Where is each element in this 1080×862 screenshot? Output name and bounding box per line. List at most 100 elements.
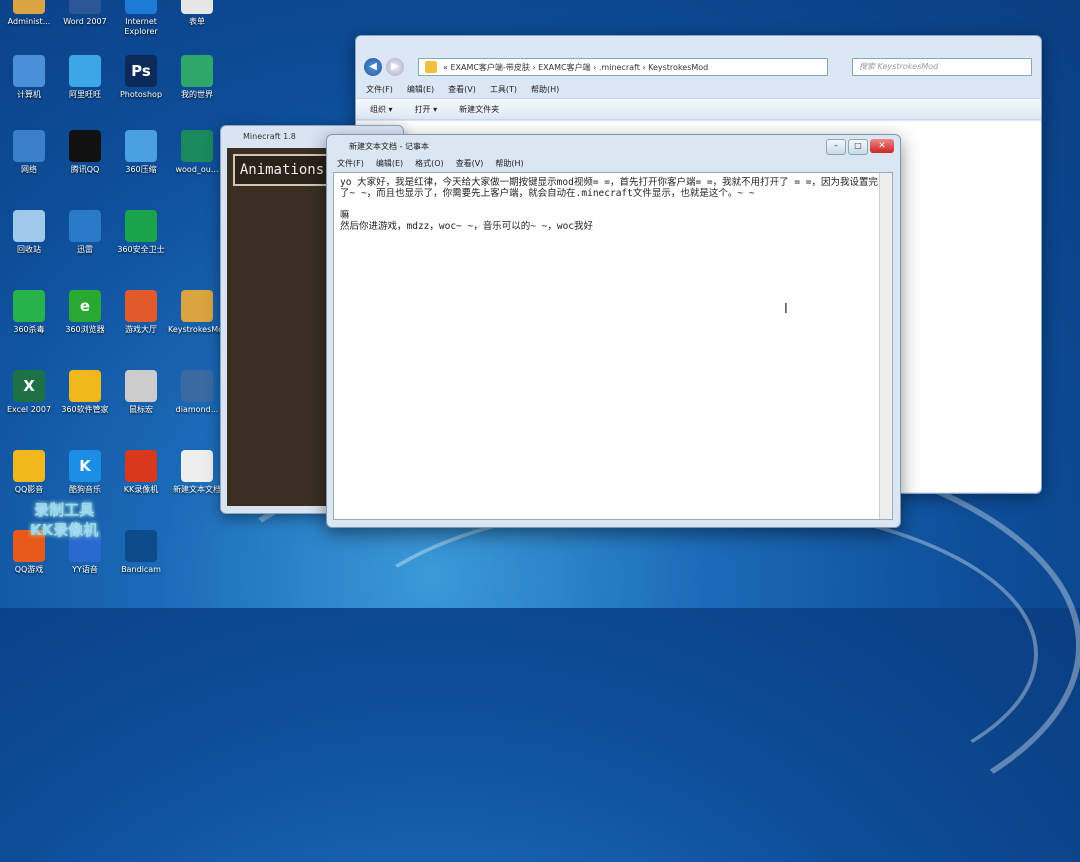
- folder-icon: [425, 61, 437, 73]
- desktop-icon[interactable]: 游戏大厅: [112, 290, 170, 335]
- address-bar[interactable]: « EXAMC客户端-带皮肤 › EXAMC客户端 › .minecraft ›…: [418, 58, 828, 76]
- desktop-icon-label: KK录像机: [123, 485, 159, 494]
- menu-file[interactable]: 文件(F): [337, 158, 364, 169]
- watermark-line1: 录制工具: [34, 501, 95, 519]
- menu-file[interactable]: 文件(F): [366, 84, 393, 95]
- animations-button[interactable]: Animations: [233, 154, 331, 186]
- desktop-icon[interactable]: wood_ou...: [168, 130, 226, 175]
- notepad-title: 新建文本文档 - 记事本: [349, 142, 429, 151]
- computer-icon: [13, 55, 45, 87]
- desktop-icon[interactable]: 腾讯QQ: [56, 130, 114, 175]
- forward-button[interactable]: ▶: [386, 58, 404, 76]
- desktop-icon[interactable]: e 360浏览器: [56, 290, 114, 335]
- menu-help[interactable]: 帮助(H): [495, 158, 523, 169]
- desktop-icon-label: 回收站: [17, 245, 41, 254]
- desktop-icon[interactable]: 计算机: [0, 55, 58, 100]
- desktop-icon[interactable]: 鼠标宏: [112, 370, 170, 415]
- software-manager-icon: [69, 370, 101, 402]
- desktop-icon[interactable]: 360杀毒: [0, 290, 58, 335]
- player-icon: [13, 450, 45, 482]
- notepad-text-area[interactable]: yo 大家好，我是红律，今天给大家做一期按键显示mod视频= =，首先打开你客户…: [333, 172, 893, 520]
- ie-icon: [125, 0, 157, 14]
- watermark-line2: KK录像机: [30, 521, 99, 539]
- desktop-icon-label: QQ影音: [14, 485, 44, 494]
- mouse-icon: [125, 370, 157, 402]
- desktop-icon-label: Photoshop: [119, 90, 163, 99]
- desktop-icon-label: 游戏大厅: [125, 325, 157, 334]
- wallpaper-swoosh: [330, 500, 1038, 808]
- close-button[interactable]: ✕: [870, 139, 894, 153]
- desktop-icon[interactable]: diamond...: [168, 370, 226, 415]
- desktop-icon[interactable]: 新建文本文档: [168, 450, 226, 495]
- antivirus-icon: [13, 290, 45, 322]
- menu-edit[interactable]: 编辑(E): [376, 158, 403, 169]
- desktop-icon[interactable]: Internet Explorer: [112, 0, 170, 37]
- desktop-icon[interactable]: Bandicam: [112, 530, 170, 575]
- qq-icon: [69, 130, 101, 162]
- desktop-icon[interactable]: Word 2007: [56, 0, 114, 27]
- recycle-bin-icon: [13, 210, 45, 242]
- desktop-icon[interactable]: 360安全卫士: [112, 210, 170, 255]
- desktop-icon[interactable]: X Excel 2007: [0, 370, 58, 415]
- desktop-icon[interactable]: 回收站: [0, 210, 58, 255]
- desktop-icon[interactable]: 网络: [0, 130, 58, 175]
- menu-tools[interactable]: 工具(T): [490, 84, 517, 95]
- menu-view[interactable]: 查看(V): [456, 158, 484, 169]
- menu-help[interactable]: 帮助(H): [531, 84, 559, 95]
- desktop-icon[interactable]: K 酷狗音乐: [56, 450, 114, 495]
- minimize-button[interactable]: –: [826, 139, 846, 155]
- desktop-icon[interactable]: Administ...: [0, 0, 58, 27]
- new-folder-button[interactable]: 新建文件夹: [459, 104, 499, 115]
- vertical-scrollbar[interactable]: [879, 173, 892, 519]
- search-input[interactable]: 搜索 KeystrokesMod: [852, 58, 1032, 76]
- thunder-icon: [69, 210, 101, 242]
- notepad-window[interactable]: 新建文本文档 - 记事本 – □ ✕ 文件(F) 编辑(E) 格式(O) 查看(…: [326, 134, 901, 528]
- desktop-icon-label: 网络: [21, 165, 37, 174]
- desktop-icon[interactable]: 我的世界: [168, 55, 226, 100]
- desktop-icon-label: Bandicam: [121, 565, 161, 574]
- desktop-icon-label: Internet Explorer: [124, 17, 158, 36]
- desktop-icon-label: 腾讯QQ: [70, 165, 100, 174]
- open-button[interactable]: 打开 ▾: [415, 104, 438, 115]
- desktop-icon-label: 计算机: [17, 90, 41, 99]
- desktop-icon[interactable]: 阿里旺旺: [56, 55, 114, 100]
- menu-edit[interactable]: 编辑(E): [407, 84, 434, 95]
- maximize-button[interactable]: □: [848, 139, 868, 155]
- desktop-icon[interactable]: 360软件管家: [56, 370, 114, 415]
- bandicam-icon: [125, 530, 157, 562]
- desktop-icon-label: Administ...: [7, 17, 51, 26]
- desktop-icon-label: 360浏览器: [65, 325, 105, 334]
- desktop-icon[interactable]: Ps Photoshop: [112, 55, 170, 100]
- desktop-icon[interactable]: KK录像机: [112, 450, 170, 495]
- desktop-icon[interactable]: 迅雷: [56, 210, 114, 255]
- desktop-icon-label: 新建文本文档: [173, 485, 221, 494]
- sword-icon: [181, 130, 213, 162]
- notepad-text: yo 大家好，我是红律，今天给大家做一期按键显示mod视频= =，首先打开你客户…: [340, 177, 879, 232]
- browser-icon: e: [69, 290, 101, 322]
- document-icon: [181, 0, 213, 14]
- desktop-icon-label: 360压缩: [125, 165, 157, 174]
- desktop-icon-label: QQ游戏: [14, 565, 44, 574]
- desktop-icon[interactable]: QQ影音: [0, 450, 58, 495]
- desktop-icon[interactable]: 360压缩: [112, 130, 170, 175]
- desktop-icon[interactable]: 表单: [168, 0, 226, 27]
- explorer-menubar: 文件(F) 编辑(E) 查看(V) 工具(T) 帮助(H): [366, 84, 559, 95]
- menu-view[interactable]: 查看(V): [448, 84, 476, 95]
- shield-icon: [125, 210, 157, 242]
- menu-format[interactable]: 格式(O): [415, 158, 444, 169]
- recorder-icon: [125, 450, 157, 482]
- minecraft-title: Minecraft 1.8: [243, 132, 296, 141]
- desktop-icon-label: wood_ou...: [175, 165, 219, 174]
- text-cursor-icon: I: [784, 302, 788, 317]
- organize-button[interactable]: 组织 ▾: [370, 104, 393, 115]
- photoshop-icon: Ps: [125, 55, 157, 87]
- desktop-icon[interactable]: KeystrokesMod: [168, 290, 229, 335]
- word-icon: [69, 0, 101, 14]
- user-folder-icon: [13, 0, 45, 14]
- desktop-icon-label: 迅雷: [77, 245, 93, 254]
- back-button[interactable]: ◀: [364, 58, 382, 76]
- game-icon: [125, 290, 157, 322]
- desktop-icon-label: Excel 2007: [6, 405, 52, 414]
- chat-icon: [69, 55, 101, 87]
- desktop-icon-label: KeystrokesMod: [168, 325, 229, 334]
